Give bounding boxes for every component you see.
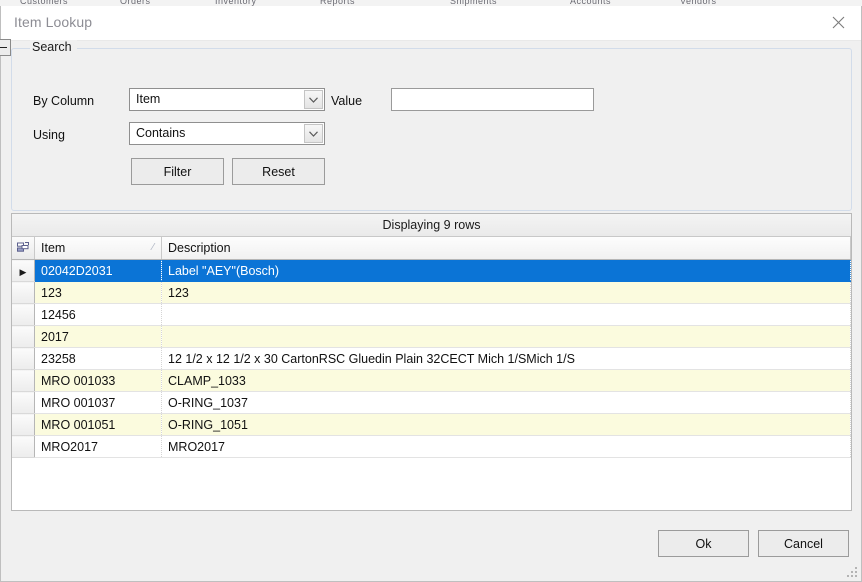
window-title: Item Lookup [14,14,93,30]
cell-item[interactable]: 123 [34,281,162,304]
dialog-window: Item Lookup Search By Column Using Value… [0,6,862,582]
row-indicator-cell[interactable] [12,347,35,370]
row-indicator-cell[interactable] [12,391,35,414]
cell-description[interactable] [161,325,851,348]
column-chooser-icon [17,242,29,252]
table-row[interactable]: 2017 [12,325,851,348]
chevron-down-icon[interactable] [304,124,323,143]
column-header-item[interactable]: Item ⁄ [34,237,162,260]
using-selected-value: Contains [136,126,186,140]
table-header-row: Item ⁄ Description [12,237,851,260]
minus-icon [0,46,7,49]
row-indicator-cell[interactable]: ▶ [12,259,35,282]
column-header-item-label: Item [41,241,66,255]
results-table: Item ⁄ Description ▶ 02042D2031 Label "AEY… [12,237,851,458]
table-row[interactable]: 123 123 [12,281,851,304]
table-row[interactable]: 23258 12 1/2 x 12 1/2 x 30 CartonRSC Glue… [12,347,851,370]
by-column-selected-value: Item [136,92,161,106]
cell-item[interactable]: 2017 [34,325,162,348]
column-chooser-cell[interactable] [12,237,35,260]
using-label: Using [33,128,65,142]
table-row[interactable]: MRO 001033 CLAMP_1033 [12,369,851,392]
cell-item[interactable]: MRO2017 [34,435,162,458]
cell-description[interactable]: O-RING_1037 [161,391,851,414]
table-row[interactable]: ▶ 02042D2031 Label "AEY"(Bosch) [12,259,851,282]
row-indicator-cell[interactable] [12,303,35,326]
cell-description[interactable]: MRO2017 [161,435,851,458]
search-collapse-toggle[interactable] [0,39,11,56]
filter-button[interactable]: Filter [131,158,224,185]
cell-item[interactable]: 02042D2031 [34,259,162,282]
ok-button[interactable]: Ok [658,530,749,557]
row-indicator-cell[interactable] [12,281,35,304]
row-indicator-cell[interactable] [12,325,35,348]
cell-description[interactable]: CLAMP_1033 [161,369,851,392]
column-header-description-label: Description [168,241,231,255]
table-row[interactable]: MRO 001051 O-RING_1051 [12,413,851,436]
cell-description[interactable]: 123 [161,281,851,304]
search-group-legend: Search [30,40,77,54]
results-grid: Displaying 9 rows Item ⁄ Description ▶ 0… [11,213,852,511]
table-row[interactable]: MRO2017 MRO2017 [12,435,851,458]
cell-description[interactable]: 12 1/2 x 12 1/2 x 30 CartonRSC Gluedin P… [161,347,851,370]
item-lookup-dialog-screen: Customers Orders Inventory Reports Shipm… [0,0,862,582]
cell-item[interactable]: 23258 [34,347,162,370]
grid-empty-area [12,467,851,510]
value-input-wrapper[interactable] [391,88,594,111]
row-indicator-cell[interactable] [12,435,35,458]
row-indicator-cell[interactable] [12,369,35,392]
table-row[interactable]: 12456 [12,303,851,326]
cell-item[interactable]: 12456 [34,303,162,326]
value-label: Value [331,94,363,108]
cell-description[interactable]: O-RING_1051 [161,413,851,436]
resize-grip[interactable] [844,564,857,577]
close-icon [832,16,844,29]
close-button[interactable] [815,6,861,39]
cancel-button[interactable]: Cancel [758,530,849,557]
table-body: ▶ 02042D2031 Label "AEY"(Bosch) 123 123 12456… [12,259,851,458]
row-indicator-cell[interactable] [12,413,35,436]
value-input[interactable] [392,89,593,110]
by-column-label: By Column [33,94,95,108]
cell-item[interactable]: MRO 001051 [34,413,162,436]
cell-description[interactable] [161,303,851,326]
title-bar: Item Lookup [1,6,861,41]
by-column-select[interactable]: Item [129,88,325,111]
table-row[interactable]: MRO 001037 O-RING_1037 [12,391,851,414]
grid-row-count-caption: Displaying 9 rows [12,214,851,237]
column-header-description[interactable]: Description [161,237,851,260]
reset-button[interactable]: Reset [232,158,325,185]
using-select[interactable]: Contains [129,122,325,145]
cell-description[interactable]: Label "AEY"(Bosch) [161,259,851,282]
row-indicator-icon: ▶ [19,266,27,277]
cell-item[interactable]: MRO 001037 [34,391,162,414]
sort-ascending-icon: ⁄ [152,242,154,253]
cell-item[interactable]: MRO 001033 [34,369,162,392]
chevron-down-icon[interactable] [304,90,323,109]
